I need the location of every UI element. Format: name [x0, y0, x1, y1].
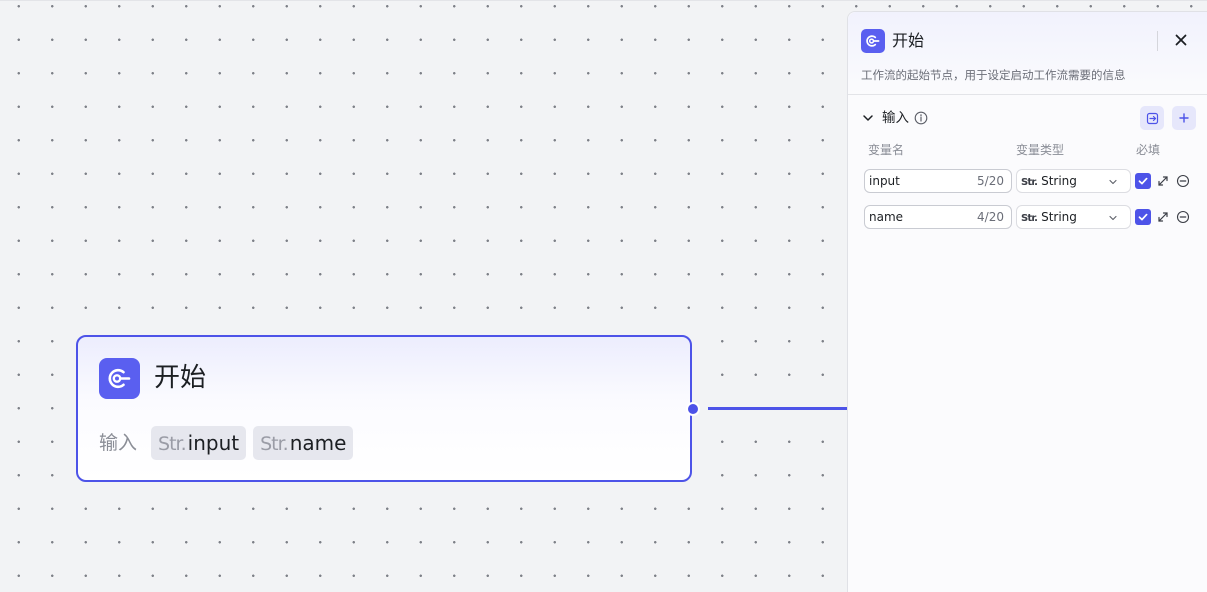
output-port[interactable]: [686, 402, 700, 416]
import-button[interactable]: [1140, 106, 1164, 130]
start-node-card[interactable]: 开始 输入 Str. input Str. name: [76, 335, 692, 482]
panel-title: 开始: [892, 31, 925, 50]
type-value: String: [1041, 210, 1077, 224]
remove-icon[interactable]: [1176, 174, 1190, 188]
type-prefix: Str.: [158, 433, 187, 455]
chevron-down-icon: [1109, 179, 1117, 185]
remove-icon[interactable]: [1176, 210, 1190, 224]
variable-type-select[interactable]: Str. String: [1016, 205, 1131, 229]
section-title: 输入: [882, 110, 909, 126]
variable-row: name 4/20 Str. String: [848, 205, 1207, 229]
check-icon: [1138, 177, 1148, 185]
chevron-down-icon: [1109, 215, 1117, 221]
divider: [1157, 31, 1158, 51]
panel-description: 工作流的起始节点，用于设定启动工作流需要的信息: [861, 68, 1126, 82]
variable-name-value: name: [869, 210, 904, 224]
start-node-icon: [99, 358, 140, 399]
node-inputs-label: 输入: [99, 432, 138, 454]
expand-icon[interactable]: [1156, 210, 1170, 224]
type-prefix: Str.: [1021, 177, 1038, 188]
required-checkbox[interactable]: [1135, 209, 1151, 225]
import-icon: [1146, 112, 1158, 124]
column-header-type: 变量类型: [1016, 143, 1065, 157]
node-settings-panel: 开始 工作流的起始节点，用于设定启动工作流需要的信息 输入 变量名 变量类型 必…: [847, 11, 1207, 592]
close-icon[interactable]: [1170, 29, 1192, 51]
variable-name-input[interactable]: input 5/20: [864, 169, 1012, 193]
tag-name: name: [289, 431, 347, 455]
inputs-section-header[interactable]: 输入: [848, 105, 1207, 131]
variable-type-select[interactable]: Str. String: [1016, 169, 1131, 193]
info-icon[interactable]: [914, 111, 928, 125]
add-variable-button[interactable]: [1172, 106, 1196, 130]
type-value: String: [1041, 174, 1077, 188]
check-icon: [1138, 213, 1148, 221]
start-node-icon: [861, 29, 885, 53]
input-tag: Str. input: [151, 426, 247, 460]
type-prefix: Str.: [1021, 213, 1038, 224]
required-checkbox[interactable]: [1135, 173, 1151, 189]
type-prefix: Str.: [260, 433, 289, 455]
node-inputs: 输入 Str. input Str. name: [99, 426, 360, 460]
tag-name: input: [187, 431, 240, 455]
char-count: 5/20: [977, 174, 1004, 188]
char-count: 4/20: [977, 210, 1004, 224]
variable-name-value: input: [869, 174, 900, 188]
column-header-name: 变量名: [868, 143, 905, 157]
expand-icon[interactable]: [1156, 174, 1170, 188]
variable-row: input 5/20 Str. String: [848, 169, 1207, 193]
column-header-required: 必填: [1136, 143, 1161, 157]
variable-name-input[interactable]: name 4/20: [864, 205, 1012, 229]
input-tag: Str. name: [253, 426, 354, 460]
node-title: 开始: [154, 363, 207, 393]
connection-edge[interactable]: [708, 407, 848, 410]
panel-header: 开始 工作流的起始节点，用于设定启动工作流需要的信息: [848, 12, 1207, 95]
chevron-down-icon[interactable]: [861, 111, 875, 125]
plus-icon: [1179, 113, 1189, 123]
